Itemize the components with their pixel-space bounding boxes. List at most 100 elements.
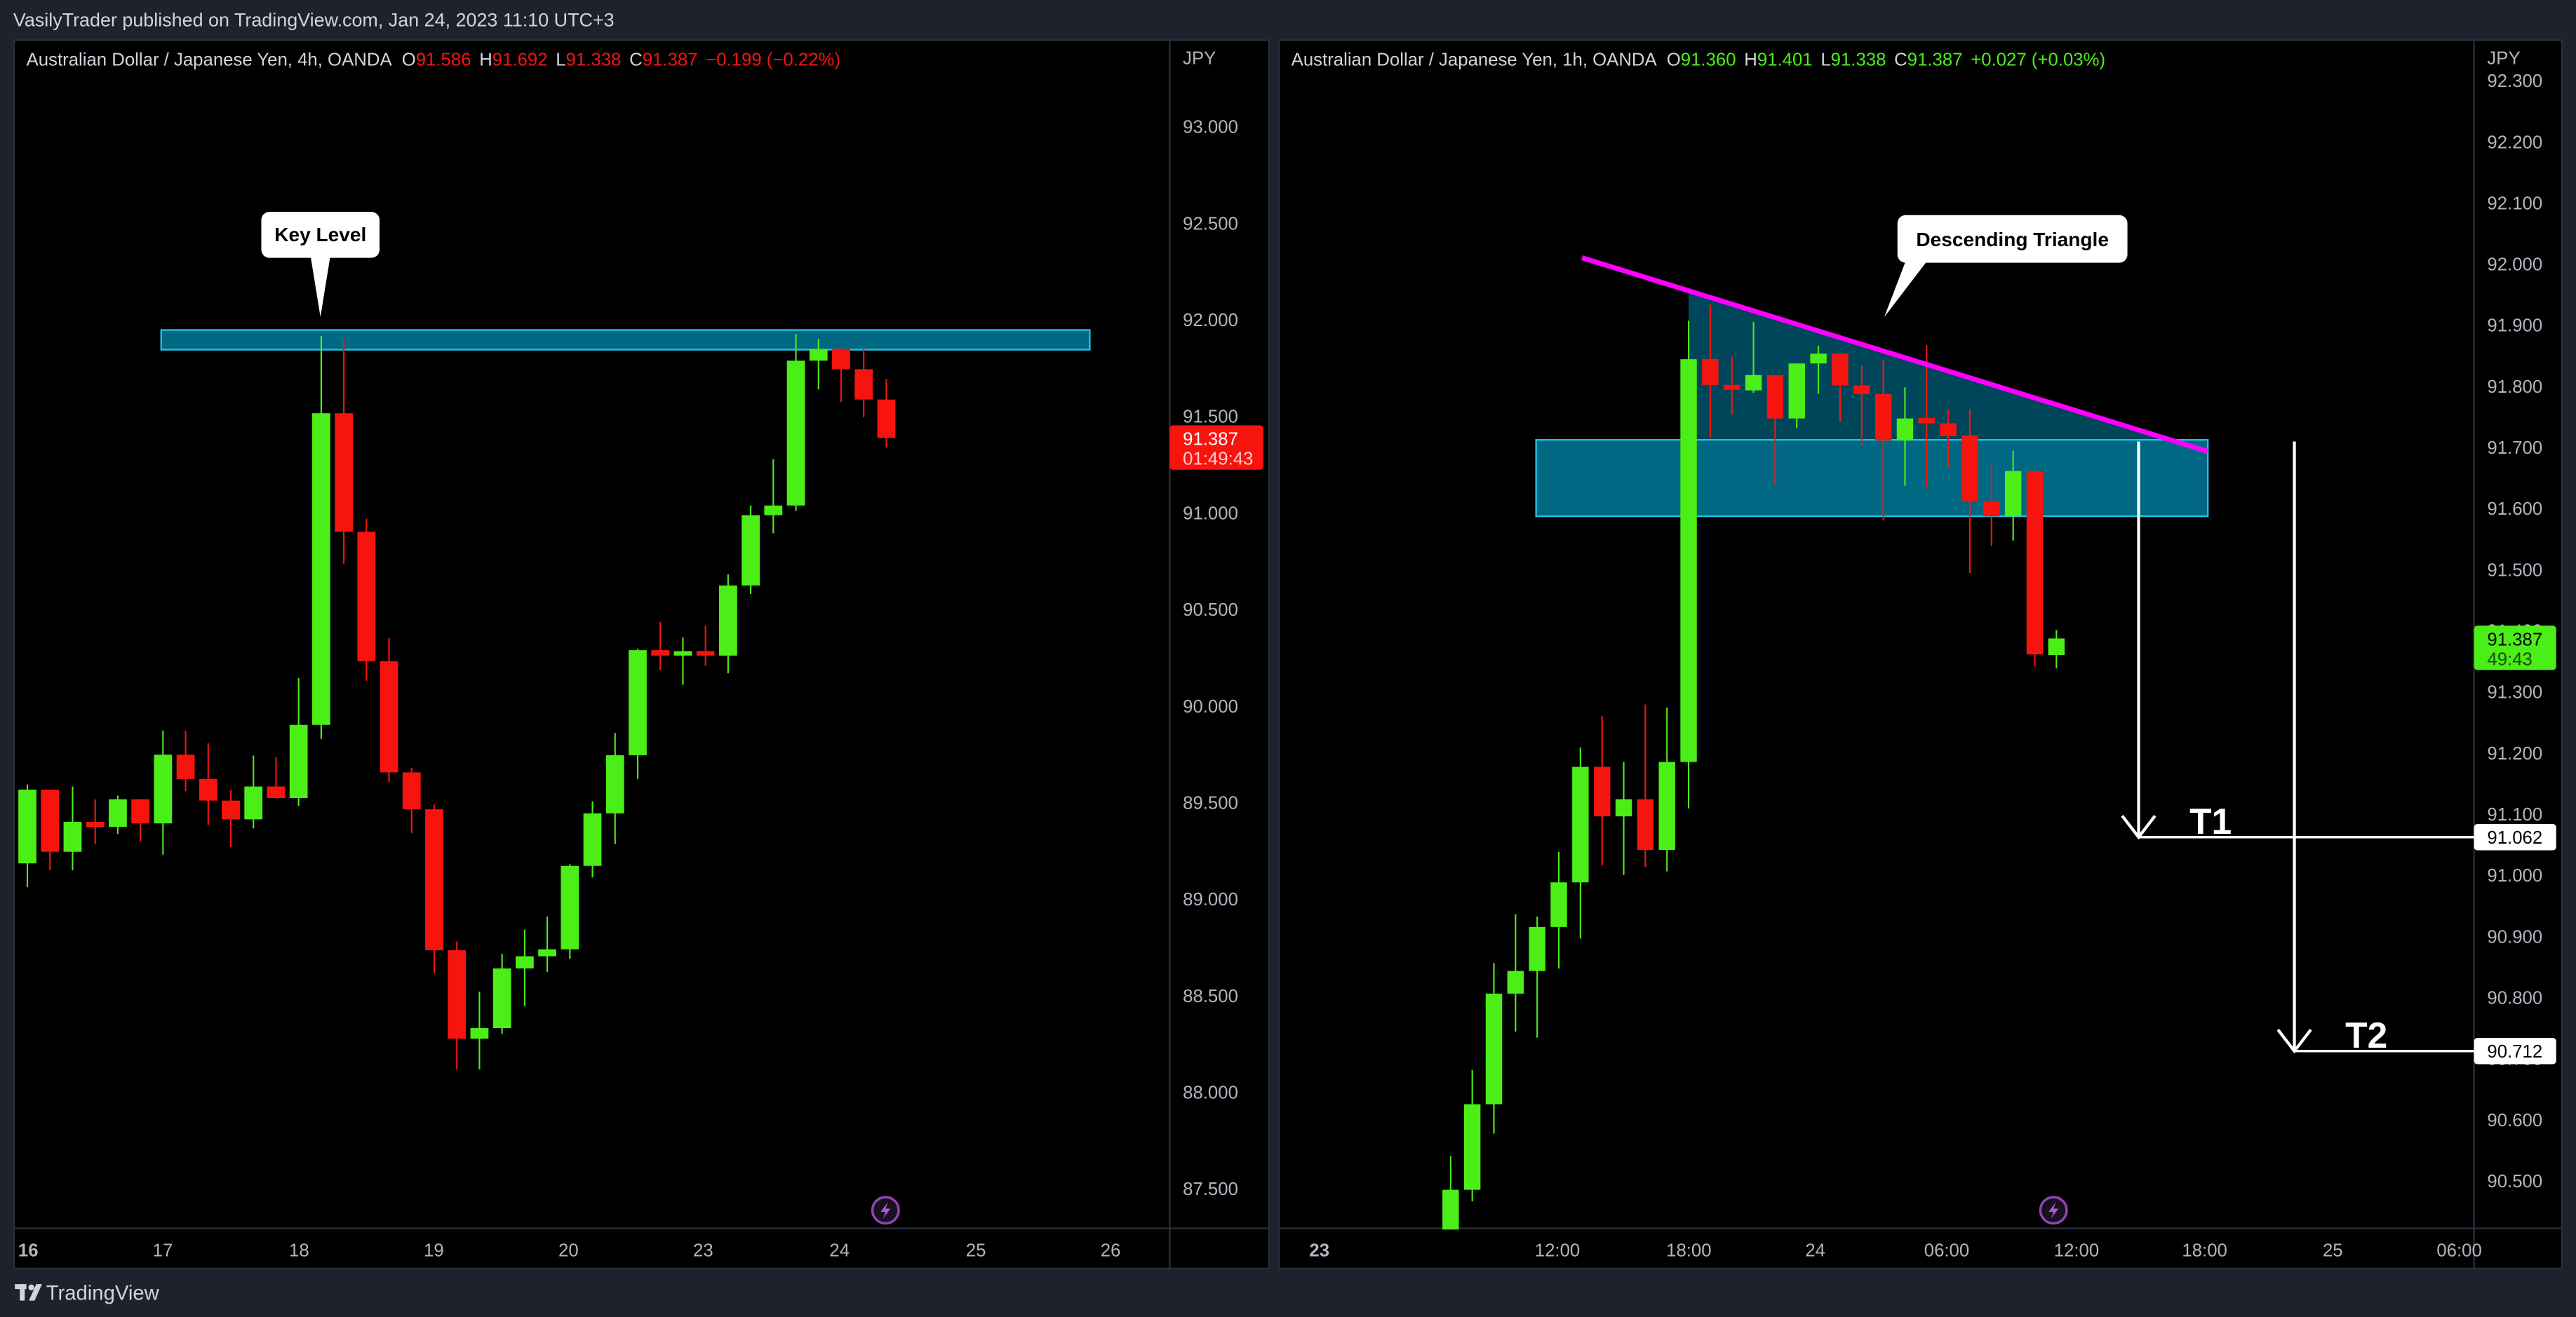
candle-body — [1529, 926, 1545, 971]
candle-body — [1961, 435, 1978, 501]
candle-body — [742, 515, 760, 586]
svg-text:49:43: 49:43 — [2487, 649, 2532, 669]
price-tick-label: 90.500 — [1183, 600, 1238, 620]
candle-body — [357, 532, 376, 661]
candle-body — [1940, 423, 1957, 436]
candle-body — [312, 413, 330, 725]
time-tick-label: 25 — [966, 1241, 986, 1260]
target-label: T2 — [2345, 1015, 2387, 1055]
price-tick-label: 90.900 — [2487, 927, 2542, 947]
candle-body — [1810, 353, 1827, 364]
candle-body — [1463, 1104, 1481, 1190]
candle-body — [289, 724, 308, 799]
svg-text:01:49:43: 01:49:43 — [1183, 450, 1253, 469]
svg-text:91.387: 91.387 — [1183, 430, 1238, 450]
price-tick-label: 90.500 — [2487, 1172, 2542, 1191]
candle-body — [1637, 799, 1654, 851]
candle-body — [764, 505, 783, 515]
candle-down — [357, 518, 376, 681]
svg-text:Descending Triangle: Descending Triangle — [1916, 229, 2109, 250]
svg-text:Key Level: Key Level — [274, 224, 366, 245]
candle-body — [1832, 353, 1849, 386]
right-currency-label: JPY — [2487, 48, 2520, 68]
candle-body — [854, 369, 873, 400]
candle-body — [629, 650, 647, 755]
candle-body — [1593, 766, 1611, 817]
time-tick-label: 18 — [289, 1241, 309, 1260]
price-tick-label: 92.200 — [2487, 133, 2542, 152]
left-legend: Australian Dollar / Japanese Yen, 4h, OA… — [27, 50, 840, 70]
candle-body — [561, 865, 579, 950]
candle-body — [1572, 766, 1589, 883]
candle-body — [786, 360, 805, 506]
time-tick-label: 19 — [424, 1241, 444, 1260]
candle-body — [1788, 363, 1805, 419]
price-tick-label: 88.000 — [1183, 1083, 1238, 1103]
candle-body — [1874, 393, 1892, 441]
candle-body — [176, 755, 195, 779]
price-tick-label: 90.800 — [2487, 988, 2542, 1008]
left-last-price-label: 91.387 01:49:43 — [1169, 425, 1263, 470]
time-tick-label: 18:00 — [1666, 1241, 1711, 1260]
price-tick-label: 92.300 — [2487, 72, 2542, 91]
price-tick-label: 89.000 — [1183, 890, 1238, 910]
lightning-icon[interactable] — [2039, 1196, 2068, 1225]
price-tick-label: 91.100 — [2487, 805, 2542, 825]
time-tick-label: 20 — [558, 1241, 579, 1260]
candle-body — [41, 789, 60, 852]
price-tick-label: 88.500 — [1183, 987, 1238, 1006]
candle-body — [335, 413, 353, 532]
candle-up — [1680, 320, 1697, 809]
tradingview-snapshot: VasilyTrader published on TradingView.co… — [0, 0, 2576, 1317]
candle-body — [1507, 971, 1524, 994]
candle-body — [1896, 418, 1914, 441]
candle-body — [809, 349, 828, 361]
candle-body — [1853, 385, 1870, 394]
price-tick-label: 91.700 — [2487, 438, 2542, 458]
time-tick-label: 24 — [1805, 1241, 1825, 1260]
price-tick-label: 91.900 — [2487, 316, 2542, 336]
candle-body — [244, 786, 263, 820]
candle-body — [1983, 501, 2000, 517]
lightning-icon[interactable] — [871, 1196, 900, 1225]
candle-body — [2004, 471, 2022, 517]
right-chart-pane[interactable]: 92.300 92.200 92.100 92.000 91.900 91.800 91.7… — [1277, 39, 2563, 1270]
key-level-zone[interactable] — [160, 329, 1091, 351]
candle-body — [877, 399, 896, 438]
candle-body — [448, 950, 467, 1039]
candle-body — [63, 821, 82, 852]
candle-body — [425, 809, 443, 951]
candle-body — [583, 813, 602, 866]
candle-body — [1550, 882, 1567, 927]
candle-body — [832, 349, 850, 370]
candle-body — [1442, 1189, 1459, 1230]
time-tick-label: 26 — [1101, 1241, 1121, 1260]
time-tick-label: 17 — [153, 1241, 173, 1260]
price-tick-label: 91.500 — [2487, 560, 2542, 580]
candle-body — [2048, 638, 2065, 656]
candle-body — [492, 968, 511, 1029]
candle-body — [516, 956, 534, 968]
candle-body — [154, 755, 173, 824]
candle-body — [131, 799, 150, 824]
price-tick-label: 91.000 — [1183, 504, 1238, 523]
target-label: T1 — [2189, 801, 2232, 842]
candle-body — [651, 650, 670, 656]
price-tick-label: 89.500 — [1183, 793, 1238, 813]
support-zone[interactable] — [1535, 439, 2209, 518]
candle-body — [380, 661, 398, 773]
candle-body — [1702, 359, 1719, 385]
price-tick-label: 87.500 — [1183, 1180, 1238, 1199]
left-chart-pane[interactable]: 93.000 92.500 92.000 91.500 91.000 90.500 90.0… — [13, 39, 1270, 1270]
candle-body — [2026, 471, 2044, 655]
target-price: 90.712 — [2487, 1042, 2542, 1062]
candle-body — [402, 772, 421, 810]
svg-text:91.387: 91.387 — [2487, 630, 2542, 649]
candle-down — [2026, 471, 2044, 667]
candle-body — [1680, 359, 1697, 762]
candle-body — [109, 799, 127, 828]
right-legend: Australian Dollar / Japanese Yen, 1h, OA… — [1292, 50, 2105, 70]
price-tick-label: 91.800 — [2487, 377, 2542, 397]
svg-text:TradingView: TradingView — [46, 1282, 160, 1304]
candle-body — [718, 585, 737, 656]
